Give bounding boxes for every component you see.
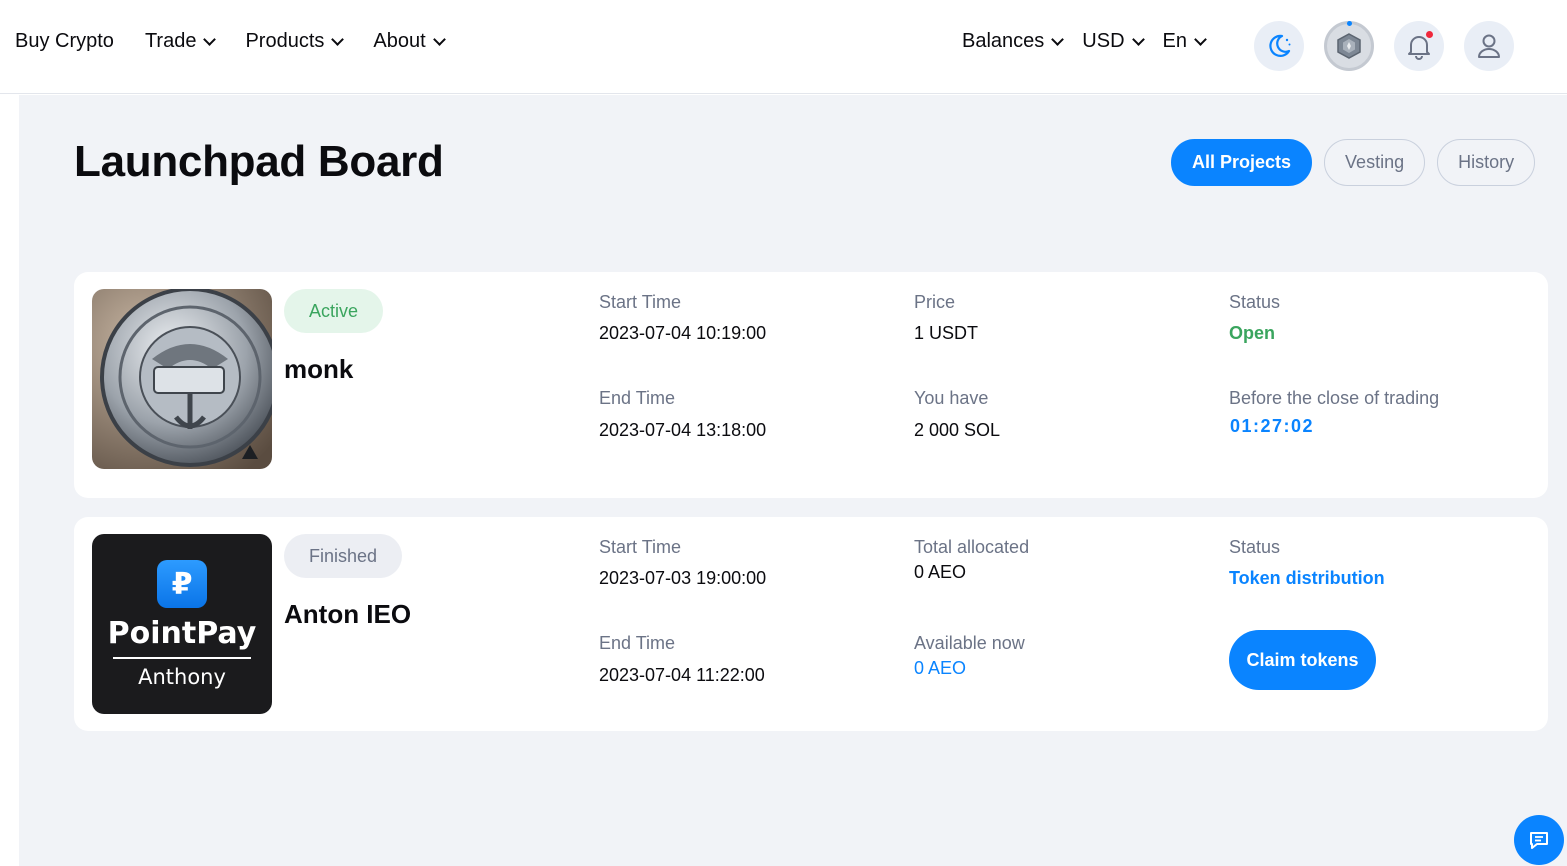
- price-value: 1 USDT: [914, 323, 979, 343]
- you-have-value: 2 000 SOL: [914, 420, 1001, 440]
- you-have-label: You have: [914, 388, 989, 408]
- balances-dropdown[interactable]: Balances: [962, 30, 1065, 53]
- rank-badge-icon: [1337, 33, 1361, 59]
- chevron-down-icon: [331, 32, 345, 46]
- countdown-timer: 01:27:02: [1230, 416, 1315, 436]
- nav-about-label: About: [373, 30, 426, 52]
- moon-icon: [1269, 34, 1291, 57]
- project-filter-tabs: All Projects Vesting History: [1171, 139, 1547, 186]
- currency-label: USD: [1082, 30, 1125, 52]
- nav-buy-crypto-label: Buy Crypto: [15, 30, 114, 52]
- tab-history[interactable]: History: [1437, 139, 1536, 186]
- logo-brand-text: PointPay: [107, 616, 257, 651]
- status-badge-finished: Finished: [284, 534, 403, 578]
- status-label: Status: [1229, 292, 1281, 312]
- page-title: Launchpad Board: [74, 137, 444, 186]
- project-name: monk: [284, 354, 354, 384]
- project-card-monk[interactable]: Active monk Start Time 2023-07-04 10:19:…: [74, 272, 1548, 498]
- balances-label: Balances: [962, 30, 1045, 52]
- chevron-down-icon: [203, 32, 217, 46]
- total-allocated-value: 0 AEO: [914, 562, 967, 582]
- chat-icon: [1530, 832, 1548, 849]
- nav-trade-dropdown[interactable]: Trade: [144, 30, 217, 53]
- end-time-value: 2023-07-04 11:22:00: [599, 665, 765, 685]
- countdown-label: Before the close of trading: [1229, 388, 1440, 408]
- total-allocated-label: Total allocated: [914, 537, 1030, 557]
- available-now-value: 0 AEO: [914, 658, 967, 678]
- end-time-label: End Time: [599, 633, 676, 653]
- project-image-coin: [92, 289, 272, 469]
- start-time-label: Start Time: [599, 292, 682, 312]
- claim-tokens-button[interactable]: Claim tokens: [1229, 630, 1376, 690]
- user-rank-button[interactable]: [1324, 21, 1374, 71]
- user-icon: [1478, 34, 1500, 58]
- tab-vesting[interactable]: Vesting: [1324, 139, 1426, 186]
- language-dropdown[interactable]: En: [1162, 30, 1207, 53]
- status-value-open: Open: [1229, 323, 1276, 343]
- chevron-down-icon: [1131, 32, 1145, 46]
- price-label: Price: [914, 292, 956, 312]
- end-time-value: 2023-07-04 13:18:00: [599, 420, 767, 440]
- tab-all-projects[interactable]: All Projects: [1171, 139, 1313, 186]
- nav-products-label: Products: [245, 30, 325, 52]
- logo-sub-text: Anthony: [138, 665, 226, 689]
- currency-dropdown[interactable]: USD: [1082, 30, 1145, 53]
- available-now-label: Available now: [914, 633, 1025, 653]
- coin-image: [92, 289, 272, 469]
- end-time-label: End Time: [599, 388, 676, 408]
- notification-unread-dot: [1426, 31, 1433, 38]
- progress-dot: [1347, 21, 1352, 26]
- project-name: Anton IEO: [284, 599, 412, 629]
- nav-buy-crypto[interactable]: Buy Crypto: [15, 30, 114, 53]
- profile-button[interactable]: [1464, 21, 1514, 71]
- chevron-down-icon: [1051, 32, 1065, 46]
- top-navigation-bar: Buy Crypto Trade Products About Balances…: [0, 0, 1567, 94]
- main-nav: Buy Crypto Trade Products About: [15, 30, 475, 53]
- support-chat-button[interactable]: [1514, 815, 1564, 865]
- start-time-label: Start Time: [599, 537, 682, 557]
- chevron-down-icon: [432, 32, 446, 46]
- account-nav: Balances USD En: [962, 30, 1225, 53]
- project-logo-pointpay: ₽ PointPay Anthony: [92, 534, 272, 714]
- start-time-value: 2023-07-04 10:19:00: [599, 323, 767, 343]
- nav-trade-label: Trade: [144, 30, 197, 52]
- logo-divider: [113, 657, 251, 659]
- pointpay-logo-icon: ₽: [157, 560, 207, 608]
- nav-products-dropdown[interactable]: Products: [245, 30, 345, 53]
- language-label: En: [1162, 30, 1187, 52]
- nav-about-dropdown[interactable]: About: [373, 30, 446, 53]
- status-badge-active: Active: [284, 289, 384, 333]
- start-time-value: 2023-07-03 19:00:00: [599, 568, 767, 588]
- launchpad-content: Launchpad Board All Projects Vesting His…: [19, 95, 1567, 866]
- project-card-anton-ieo[interactable]: ₽ PointPay Anthony Finished Anton IEO St…: [74, 517, 1548, 731]
- status-label: Status: [1229, 537, 1281, 557]
- status-value-token-distribution: Token distribution: [1229, 568, 1385, 588]
- notifications-button[interactable]: [1394, 21, 1444, 71]
- chevron-down-icon: [1194, 32, 1207, 46]
- theme-toggle-button[interactable]: [1254, 21, 1304, 71]
